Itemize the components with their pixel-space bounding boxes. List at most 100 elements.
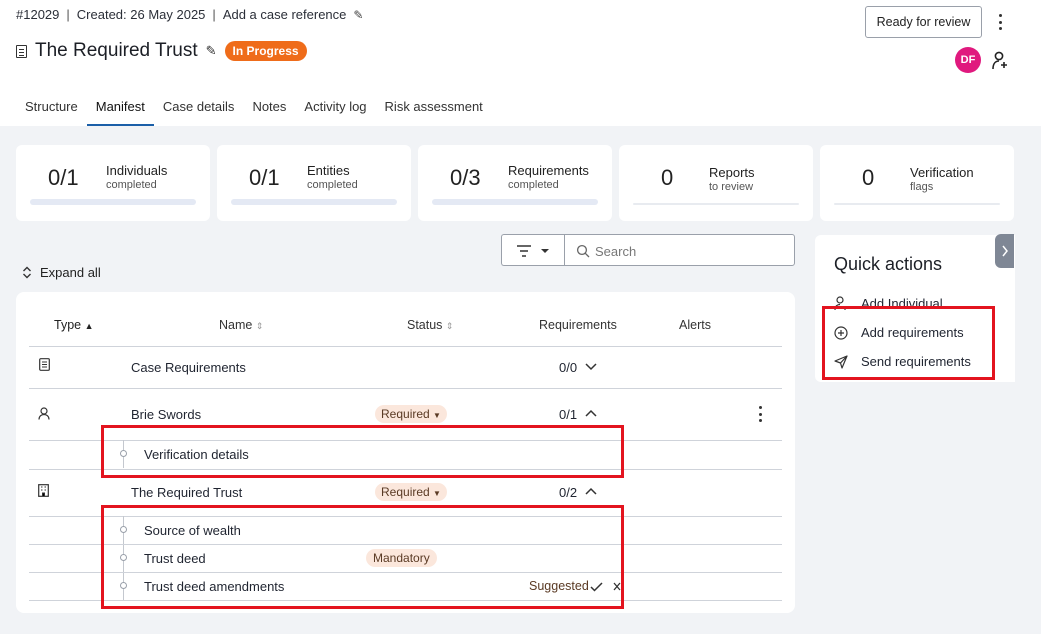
filter-dropdown[interactable] — [501, 234, 565, 266]
row-name: Case Requirements — [131, 360, 246, 375]
row-requirements: 0/0 — [559, 360, 578, 375]
status-dropdown[interactable]: Required ▼ — [375, 405, 447, 423]
tab-manifest[interactable]: Manifest — [86, 90, 154, 126]
chevron-right-icon — [1001, 245, 1008, 257]
quick-actions-title: Quick actions — [834, 254, 943, 274]
divider — [29, 544, 782, 545]
building-icon — [38, 484, 49, 500]
expand-all-button[interactable]: Expand all — [22, 265, 101, 280]
progress-bar — [30, 199, 196, 205]
add-requirements-button[interactable]: Add requirements — [834, 325, 964, 340]
column-header-status[interactable]: Status ⇕ — [407, 318, 453, 332]
tab-notes[interactable]: Notes — [243, 90, 295, 126]
divider — [29, 388, 782, 389]
stat-label: Individuals — [106, 163, 168, 178]
stat-value: 0 — [862, 165, 875, 190]
tree-node-dot — [120, 526, 127, 533]
column-header-type[interactable]: Type ▲ — [54, 318, 94, 332]
stat-sublabel: completed — [307, 179, 358, 191]
person-icon — [38, 407, 50, 423]
stat-card-verification: 0 Verification flags — [820, 145, 1014, 221]
divider — [29, 516, 782, 517]
row-requirements: 0/2 — [559, 485, 578, 500]
quick-action-label: Send requirements — [861, 354, 971, 369]
stat-card-requirements: 0/3 Requirements completed — [418, 145, 612, 221]
column-header-requirements: Requirements — [539, 318, 617, 332]
avatar[interactable]: DF — [955, 47, 981, 73]
requirement-verification-details[interactable]: Verification details — [144, 447, 249, 462]
tab-structure[interactable]: Structure — [16, 90, 87, 126]
row-name: Brie Swords — [131, 407, 202, 422]
divider — [29, 346, 782, 347]
add-individual-button[interactable]: Add Individual — [834, 296, 943, 311]
quick-action-label: Add Individual — [861, 296, 943, 311]
document-icon — [39, 358, 50, 374]
search-input[interactable] — [595, 241, 785, 261]
tree-node-dot — [120, 450, 127, 457]
plus-circle-icon — [834, 325, 848, 340]
send-icon — [834, 354, 848, 369]
assign-user-icon[interactable] — [990, 50, 1008, 70]
divider — [29, 600, 782, 601]
tab-activity-log[interactable]: Activity log — [295, 90, 375, 126]
requirement-trust-deed[interactable]: Trust deed — [144, 551, 206, 566]
chevron-down-icon[interactable] — [585, 363, 597, 371]
ready-for-review-button[interactable]: Ready for review — [865, 6, 982, 38]
chevron-up-icon[interactable] — [585, 487, 597, 495]
requirement-trust-deed-amendments[interactable]: Trust deed amendments — [144, 579, 284, 594]
tab-risk-assessment[interactable]: Risk assessment — [376, 90, 492, 126]
case-id: #12029 — [16, 7, 60, 22]
expand-collapse-icon — [23, 266, 31, 279]
quick-actions-panel: Quick actions Add Individual Add require… — [815, 235, 1015, 382]
stat-card-reports: 0 Reports to review — [619, 145, 813, 221]
status-dropdown[interactable]: Required ▼ — [375, 483, 447, 501]
edit-reference-pencil-icon[interactable]: ✎ — [353, 8, 363, 22]
stat-value: 0 — [661, 165, 674, 190]
progress-bar — [432, 199, 598, 205]
divider — [29, 469, 782, 470]
case-meta: #12029 | Created: 26 May 2025 | Add a ca… — [16, 7, 363, 22]
manifest-content: 0/1 Individuals completed 0/1 Entities c… — [0, 126, 1041, 634]
filter-icon — [517, 245, 549, 257]
search-icon — [576, 244, 590, 258]
stat-sublabel: completed — [106, 179, 157, 191]
column-header-alerts: Alerts — [679, 318, 711, 332]
case-header: #12029 | Created: 26 May 2025 | Add a ca… — [0, 0, 1041, 126]
more-options-icon[interactable] — [993, 12, 1007, 32]
title-row: The Required Trust ✎ In Progress — [16, 40, 307, 62]
add-case-reference-link[interactable]: Add a case reference — [223, 7, 347, 22]
case-document-icon — [16, 44, 27, 58]
requirement-source-of-wealth[interactable]: Source of wealth — [144, 523, 241, 538]
accept-check-icon[interactable] — [590, 582, 603, 592]
divider — [29, 440, 782, 441]
tree-node-dot — [120, 554, 127, 561]
tab-bar: Structure Manifest Case details Notes Ac… — [16, 90, 492, 126]
stat-card-entities: 0/1 Entities completed — [217, 145, 411, 221]
dismiss-close-icon[interactable] — [613, 582, 621, 591]
row-name: The Required Trust — [131, 485, 243, 500]
stat-card-individuals: 0/1 Individuals completed — [16, 145, 210, 221]
page-title: The Required Trust — [35, 40, 198, 61]
meta-separator: | — [66, 7, 70, 22]
divider — [29, 572, 782, 573]
meta-separator: | — [212, 7, 216, 22]
stat-value: 0/1 — [249, 165, 280, 190]
manifest-table: Type ▲ Name ⇕ Status ⇕ Requirements Aler… — [16, 292, 795, 613]
stat-label: Verification — [910, 165, 974, 180]
row-requirements: 0/1 — [559, 407, 578, 422]
progress-bar — [834, 203, 1000, 205]
stat-sublabel: flags — [910, 181, 934, 193]
stat-value: 0/1 — [48, 165, 79, 190]
stat-value: 0/3 — [450, 165, 481, 190]
collapse-panel-button[interactable] — [995, 234, 1014, 268]
column-header-name[interactable]: Name ⇕ — [219, 318, 263, 332]
case-created-date: Created: 26 May 2025 — [76, 7, 206, 22]
tab-case-details[interactable]: Case details — [154, 90, 244, 126]
stat-label: Reports — [709, 165, 755, 180]
edit-title-pencil-icon[interactable]: ✎ — [206, 43, 217, 59]
chevron-up-icon[interactable] — [585, 409, 597, 417]
progress-bar — [231, 199, 397, 205]
row-more-options-icon[interactable] — [758, 406, 762, 422]
send-requirements-button[interactable]: Send requirements — [834, 354, 971, 369]
suggested-label: Suggested — [529, 579, 589, 593]
